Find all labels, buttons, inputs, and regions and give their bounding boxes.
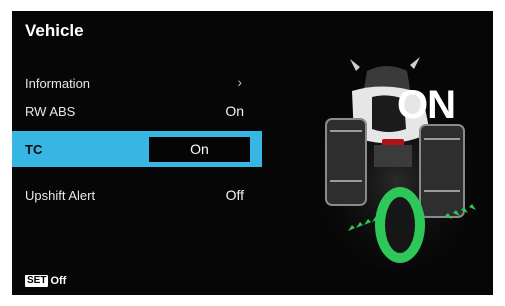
menu-item-label: TC xyxy=(25,142,43,157)
page-title: Vehicle xyxy=(25,21,84,40)
chevron-right-icon: › xyxy=(237,74,242,90)
menu-item-label: RW ABS xyxy=(25,104,76,119)
menu-item-value: Off xyxy=(225,187,244,203)
set-value: Off xyxy=(50,275,67,287)
vehicle-settings-screen: Vehicle Information › RW ABS On TC On Up… xyxy=(12,11,493,295)
menu-item-rw-abs[interactable]: RW ABS On xyxy=(12,93,262,129)
menu-item-tc[interactable]: TC On xyxy=(12,131,262,167)
tc-status-display: ON xyxy=(397,83,456,127)
menu-item-upshift-alert[interactable]: Upshift Alert Off xyxy=(12,177,262,213)
motorcycle-traction-illustration xyxy=(312,57,482,271)
menu-item-value-selector[interactable]: On xyxy=(149,137,250,162)
menu-item-label: Upshift Alert xyxy=(25,188,96,203)
set-badge: SET xyxy=(25,275,49,287)
set-status: SET Off xyxy=(25,275,66,287)
menu-item-label: Information xyxy=(25,76,91,91)
menu-item-value: On xyxy=(225,103,244,119)
